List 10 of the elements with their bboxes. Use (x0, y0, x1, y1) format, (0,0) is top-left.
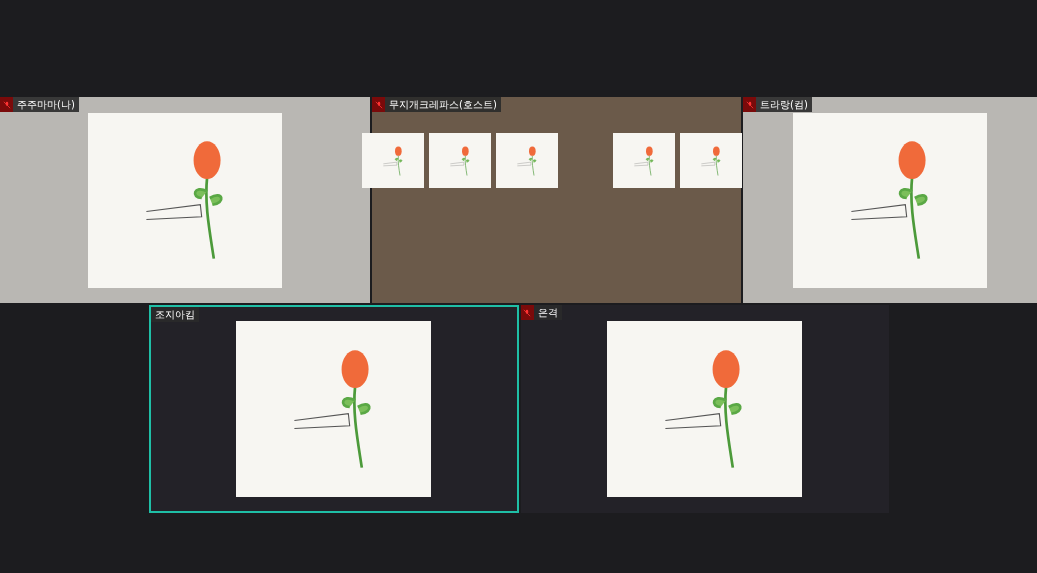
rose-drawing (701, 145, 721, 176)
participant-name: 무지개크레파스(호스트) (385, 97, 501, 112)
rose-drawing (383, 145, 403, 176)
participant-name: 트라랑(컴) (756, 97, 812, 112)
participant-name: 은격 (533, 305, 562, 320)
participant-name: 조지아킴 (150, 307, 199, 322)
rose-drawing (517, 145, 537, 176)
rose-drawing (450, 145, 470, 176)
participant-name: 주주마마(나) (13, 97, 79, 112)
rose-drawing (634, 145, 654, 176)
